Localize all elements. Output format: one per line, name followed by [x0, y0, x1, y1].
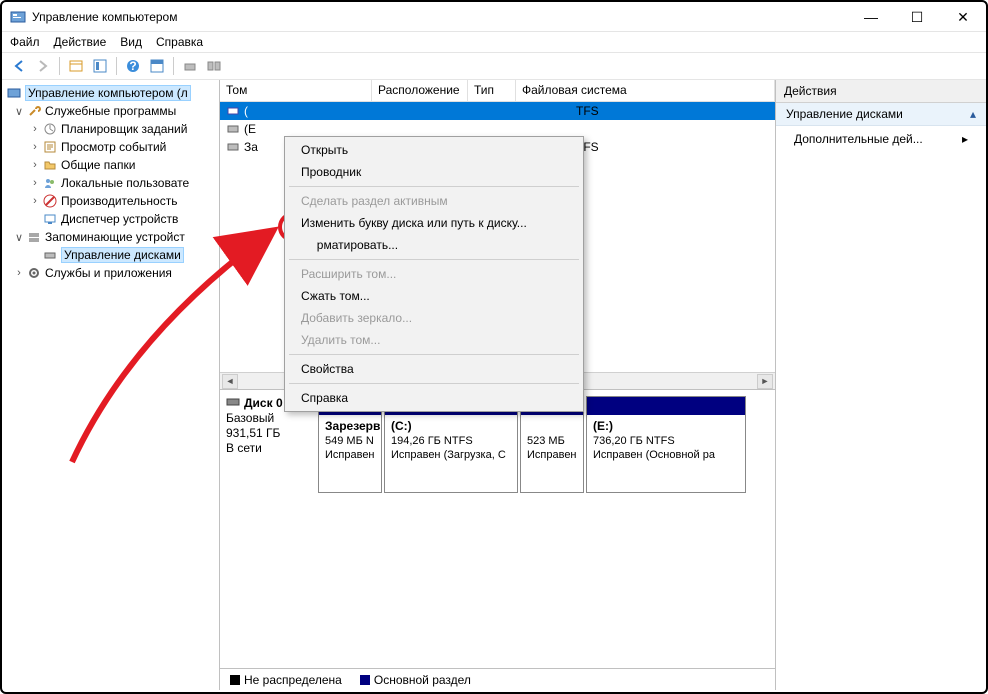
- col-layout[interactable]: Расположение: [372, 80, 468, 101]
- volume-row-selected[interactable]: ( TFS: [220, 102, 775, 120]
- tree-shared-folders[interactable]: › Общие папки: [2, 156, 219, 174]
- folder-icon: [42, 157, 58, 173]
- titlebar: Управление компьютером — ☐ ✕: [2, 2, 986, 32]
- svg-text:?: ?: [129, 59, 136, 73]
- ctx-change-letter[interactable]: Изменить букву диска или путь к диску...: [287, 212, 581, 234]
- toolbar-btn-5[interactable]: [203, 55, 225, 77]
- scroll-right-icon[interactable]: ►: [757, 374, 773, 389]
- tree-event-viewer[interactable]: › Просмотр событий: [2, 138, 219, 156]
- minimize-button[interactable]: —: [848, 2, 894, 32]
- toolbar-btn-3[interactable]: [146, 55, 168, 77]
- legend: Не распределена Основной раздел: [220, 668, 775, 690]
- storage-icon: [26, 229, 42, 245]
- tree-storage[interactable]: ∨ Запоминающие устройст: [2, 228, 219, 246]
- chevron-right-icon: ▸: [962, 132, 968, 146]
- actions-section[interactable]: Управление дисками ▴: [776, 103, 986, 126]
- tree-root[interactable]: Управление компьютером (л: [2, 84, 219, 102]
- ctx-open[interactable]: Открыть: [287, 139, 581, 161]
- ctx-shrink[interactable]: Сжать том...: [287, 285, 581, 307]
- volume-icon: [226, 140, 240, 154]
- toolbar-btn-1[interactable]: [65, 55, 87, 77]
- ctx-help[interactable]: Справка: [287, 387, 581, 409]
- volume-icon: [226, 122, 240, 136]
- tree-system-tools[interactable]: ∨ Служебные программы: [2, 102, 219, 120]
- services-icon: [26, 265, 42, 281]
- tree-local-users[interactable]: › Локальные пользовате: [2, 174, 219, 192]
- volume-icon: [226, 104, 240, 118]
- menu-view[interactable]: Вид: [120, 35, 142, 49]
- col-volume[interactable]: Том: [220, 80, 372, 101]
- ctx-extend: Расширить том...: [287, 263, 581, 285]
- tools-icon: [26, 103, 42, 119]
- computer-icon: [6, 85, 22, 101]
- menu-file[interactable]: Файл: [10, 35, 40, 49]
- ctx-add-mirror: Добавить зеркало...: [287, 307, 581, 329]
- actions-more[interactable]: Дополнительные дей... ▸: [776, 126, 986, 152]
- partition[interactable]: (E:)736,20 ГБ NTFSИсправен (Основной ра: [586, 396, 746, 493]
- collapse-icon[interactable]: ▴: [970, 107, 976, 121]
- tree-performance[interactable]: › Производительность: [2, 192, 219, 210]
- toolbar: ?: [2, 52, 986, 80]
- ctx-make-active: Сделать раздел активным: [287, 190, 581, 212]
- close-button[interactable]: ✕: [940, 2, 986, 32]
- context-menu: Открыть Проводник Сделать раздел активны…: [284, 136, 584, 412]
- scroll-left-icon[interactable]: ◄: [222, 374, 238, 389]
- event-icon: [42, 139, 58, 155]
- toolbar-btn-4[interactable]: [179, 55, 201, 77]
- ctx-properties[interactable]: Свойства: [287, 358, 581, 380]
- menubar: Файл Действие Вид Справка: [2, 32, 986, 52]
- menu-help[interactable]: Справка: [156, 35, 203, 49]
- forward-button[interactable]: [32, 55, 54, 77]
- perf-icon: [42, 193, 58, 209]
- app-icon: [10, 9, 26, 25]
- col-fs[interactable]: Файловая система: [516, 80, 775, 101]
- ctx-delete: Удалить том...: [287, 329, 581, 351]
- help-button[interactable]: ?: [122, 55, 144, 77]
- tree-scheduler[interactable]: › Планировщик заданий: [2, 120, 219, 138]
- col-type[interactable]: Тип: [468, 80, 516, 101]
- disk-icon: [42, 247, 58, 263]
- window-title: Управление компьютером: [32, 10, 978, 24]
- ctx-format: Форматировать...: [287, 234, 581, 256]
- tree-pane: Управление компьютером (л ∨ Служебные пр…: [2, 80, 220, 690]
- actions-header: Действия: [776, 80, 986, 103]
- actions-pane: Действия Управление дисками ▴ Дополнител…: [776, 80, 986, 690]
- back-button[interactable]: [8, 55, 30, 77]
- tree-disk-management[interactable]: Управление дисками: [2, 246, 219, 264]
- volume-list-header: Том Расположение Тип Файловая система: [220, 80, 775, 102]
- clock-icon: [42, 121, 58, 137]
- disk-icon: [226, 396, 240, 411]
- maximize-button[interactable]: ☐: [894, 2, 940, 32]
- users-icon: [42, 175, 58, 191]
- toolbar-btn-2[interactable]: [89, 55, 111, 77]
- menu-action[interactable]: Действие: [54, 35, 107, 49]
- tree-device-manager[interactable]: Диспетчер устройств: [2, 210, 219, 228]
- tree-services[interactable]: › Службы и приложения: [2, 264, 219, 282]
- ctx-explorer[interactable]: Проводник: [287, 161, 581, 183]
- device-icon: [42, 211, 58, 227]
